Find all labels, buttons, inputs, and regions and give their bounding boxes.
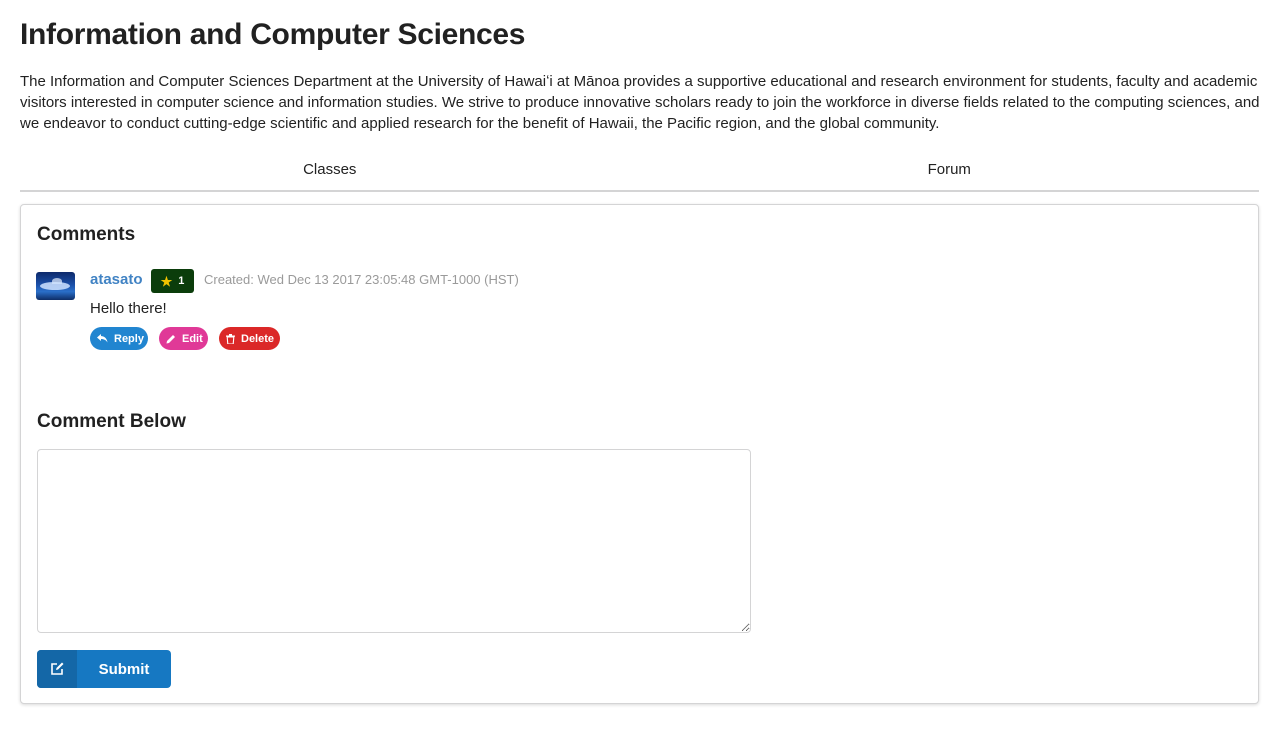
- comments-panel: Comments atasato ★ 1 Created: Wed Dec 13…: [20, 204, 1259, 704]
- page: Information and Computer Sciences The In…: [0, 0, 1280, 731]
- star-count-badge: ★ 1: [151, 269, 194, 293]
- pencil-icon: [166, 334, 176, 344]
- edit-button-label: Edit: [182, 332, 203, 345]
- comment-text: Hello there!: [90, 300, 167, 317]
- tab-forum[interactable]: Forum: [640, 152, 1260, 190]
- edit-button[interactable]: Edit: [159, 327, 208, 350]
- department-description: The Information and Computer Sciences De…: [20, 73, 1260, 132]
- comments-heading: Comments: [37, 224, 136, 245]
- edit-square-icon: [37, 650, 77, 688]
- tab-classes[interactable]: Classes: [20, 152, 640, 190]
- tab-menu: Classes Forum: [20, 152, 1259, 192]
- comment-actions: Reply Edit Delete: [90, 327, 280, 350]
- comment-textarea[interactable]: [37, 449, 751, 633]
- comment-author-link[interactable]: atasato: [90, 270, 143, 290]
- submit-button-label: Submit: [98, 660, 150, 678]
- trash-icon: [226, 333, 235, 344]
- reply-button-label: Reply: [114, 332, 144, 345]
- avatar-detail: [40, 282, 70, 290]
- comment-form-heading: Comment Below: [37, 411, 186, 432]
- reply-button[interactable]: Reply: [90, 327, 148, 350]
- delete-button[interactable]: Delete: [219, 327, 280, 350]
- reply-icon: [97, 334, 108, 343]
- star-count: 1: [178, 275, 185, 287]
- user-avatar[interactable]: [36, 272, 75, 300]
- comment-item: atasato ★ 1 Created: Wed Dec 13 2017 23:…: [36, 269, 836, 350]
- submit-button[interactable]: Submit: [37, 650, 171, 688]
- delete-button-label: Delete: [241, 332, 275, 345]
- page-title: Information and Computer Sciences: [20, 18, 526, 51]
- comment-created-date: Created: Wed Dec 13 2017 23:05:48 GMT-10…: [204, 272, 519, 287]
- star-icon: ★: [160, 273, 173, 289]
